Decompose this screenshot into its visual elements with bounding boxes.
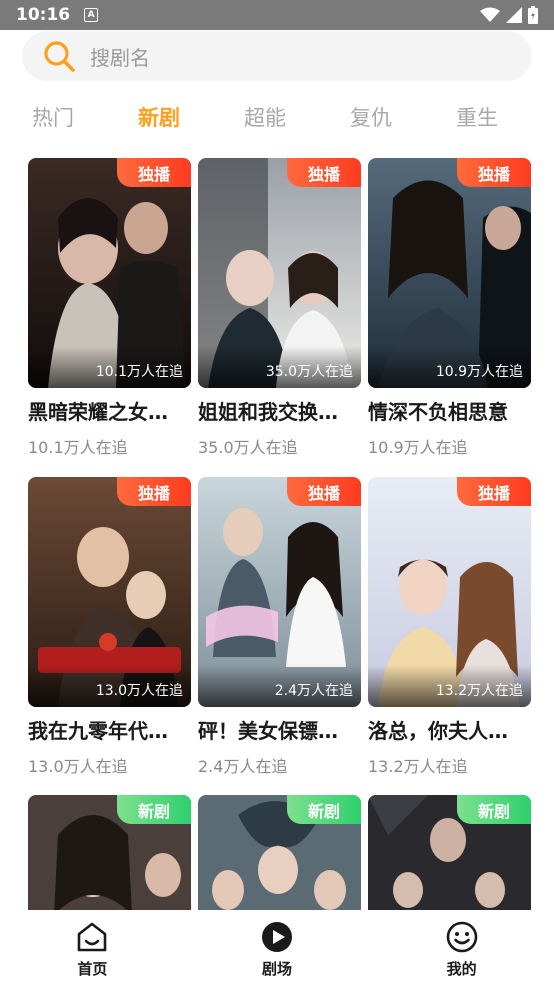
nav-theater[interactable]: 剧场	[185, 910, 370, 984]
drama-title[interactable]: 我在九零年代…	[28, 716, 191, 746]
search-placeholder: 搜剧名	[90, 45, 150, 70]
tab-revenge[interactable]: 复仇	[318, 98, 424, 138]
nav-label: 剧场	[262, 960, 293, 978]
drama-poster[interactable]: 独播 13.0万人在追	[28, 477, 191, 707]
drama-poster[interactable]: 独播 2.4万人在追	[198, 477, 361, 707]
poster-fan-count: 13.0万人在追	[28, 665, 191, 707]
drama-card[interactable]: 独播 2.4万人在追 砰！美女保镖… 2.4万人在追	[198, 477, 361, 778]
drama-title[interactable]: 姐姐和我交换…	[198, 397, 361, 427]
exclusive-badge: 独播	[117, 158, 191, 187]
battery-icon	[528, 6, 538, 24]
status-icons	[480, 6, 538, 24]
notification-icon: A	[84, 8, 99, 22]
bottom-nav: 首页 剧场 我的	[0, 910, 554, 984]
drama-title[interactable]: 砰！美女保镖…	[198, 716, 361, 746]
drama-fan-count: 2.4万人在追	[198, 757, 288, 776]
nav-mine[interactable]: 我的	[369, 910, 554, 984]
tab-new[interactable]: 新剧	[106, 98, 212, 138]
drama-poster[interactable]: 独播 13.2万人在追	[368, 477, 531, 707]
status-bar: 10:16 A	[0, 0, 554, 30]
drama-card[interactable]: 独播 13.0万人在追 我在九零年代… 13.0万人在追	[28, 477, 191, 778]
signal-icon	[506, 7, 522, 23]
nav-home[interactable]: 首页	[0, 910, 185, 984]
nav-label: 首页	[77, 960, 108, 978]
poster-fan-count: 10.9万人在追	[368, 346, 531, 388]
exclusive-badge: 独播	[287, 158, 361, 187]
drama-card[interactable]: 独播 35.0万人在追 姐姐和我交换… 35.0万人在追	[198, 158, 361, 459]
drama-fan-count: 13.2万人在追	[368, 757, 468, 776]
drama-title[interactable]: 黑暗荣耀之女…	[28, 397, 191, 427]
drama-title[interactable]: 情深不负相思意	[368, 397, 531, 427]
drama-poster[interactable]: 独播 10.9万人在追	[368, 158, 531, 388]
play-icon	[262, 922, 292, 952]
smiley-icon	[446, 921, 477, 953]
tab-superpower[interactable]: 超能	[212, 98, 318, 138]
exclusive-badge: 独播	[457, 477, 531, 506]
category-tabs: 热门 新剧 超能 复仇 重生	[0, 98, 554, 138]
exclusive-badge: 独播	[287, 477, 361, 506]
search-bar[interactable]: 搜剧名	[22, 31, 532, 81]
drama-title[interactable]: 洛总，你夫人…	[368, 716, 531, 746]
new-badge: 新剧	[287, 795, 361, 824]
drama-card[interactable]: 独播 10.1万人在追 黑暗荣耀之女… 10.1万人在追	[28, 158, 191, 459]
drama-poster[interactable]: 独播 35.0万人在追	[198, 158, 361, 388]
poster-fan-count: 10.1万人在追	[28, 346, 191, 388]
exclusive-badge: 独播	[117, 477, 191, 506]
drama-fan-count: 10.9万人在追	[368, 438, 468, 457]
poster-fan-count: 13.2万人在追	[368, 665, 531, 707]
status-time: 10:16	[16, 5, 71, 25]
tab-hot[interactable]: 热门	[0, 98, 106, 138]
drama-card[interactable]: 独播 13.2万人在追 洛总，你夫人… 13.2万人在追	[368, 477, 531, 778]
nav-label: 我的	[446, 960, 477, 978]
drama-fan-count: 13.0万人在追	[28, 757, 128, 776]
drama-card[interactable]: 独播 10.9万人在追 情深不负相思意 10.9万人在追	[368, 158, 531, 459]
wifi-icon	[480, 7, 500, 22]
new-badge: 新剧	[457, 795, 531, 824]
new-badge: 新剧	[117, 795, 191, 824]
exclusive-badge: 独播	[457, 158, 531, 187]
drama-fan-count: 35.0万人在追	[198, 438, 298, 457]
tab-rebirth[interactable]: 重生	[424, 98, 530, 138]
search-icon	[44, 41, 75, 72]
poster-fan-count: 2.4万人在追	[198, 665, 361, 707]
poster-fan-count: 35.0万人在追	[198, 346, 361, 388]
drama-fan-count: 10.1万人在追	[28, 438, 128, 457]
drama-poster[interactable]: 独播 10.1万人在追	[28, 158, 191, 388]
home-icon	[78, 922, 107, 952]
